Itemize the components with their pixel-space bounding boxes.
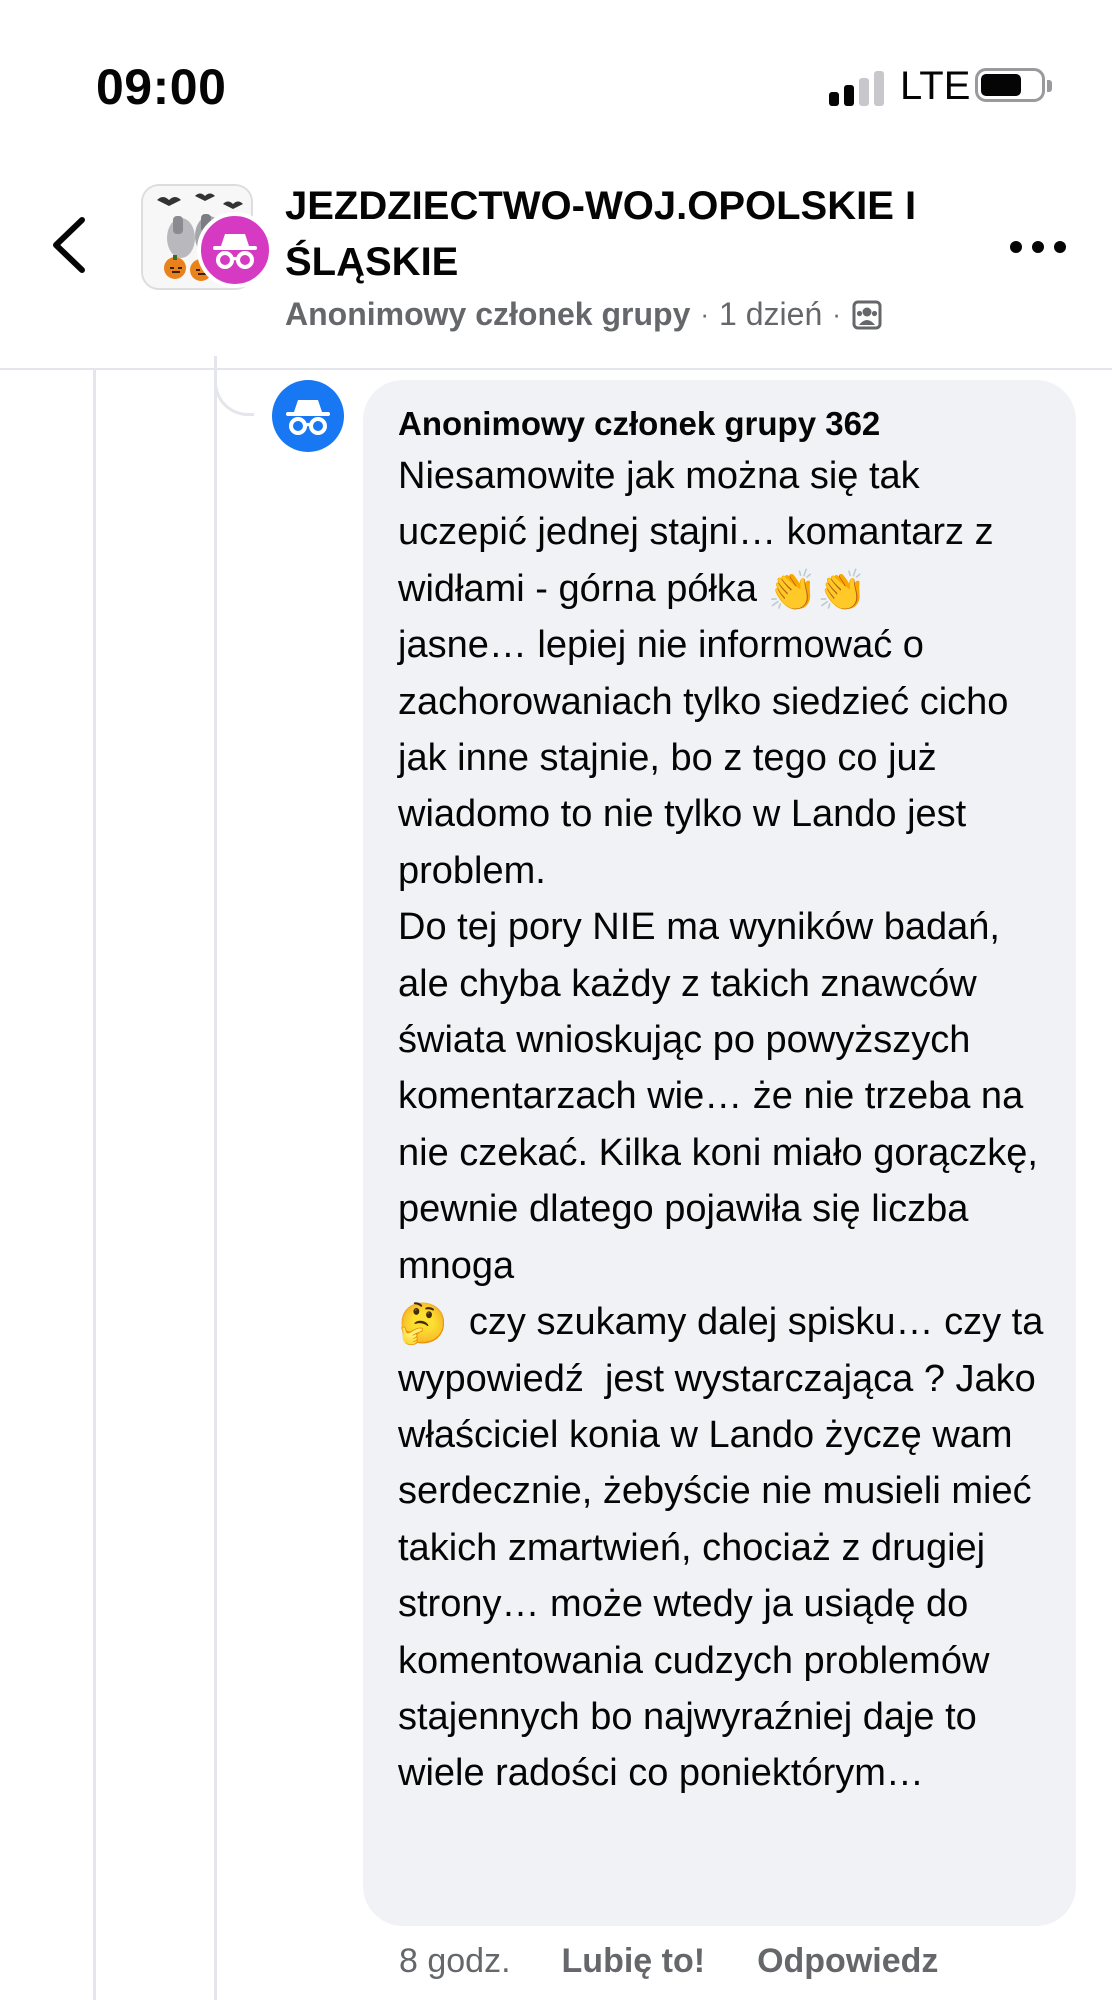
meta-separator: · [700, 299, 710, 329]
clapping-hands-icon: 👏 [817, 567, 868, 614]
reply-button[interactable]: Odpowiedz [757, 1942, 938, 1981]
back-chevron-icon [53, 217, 85, 273]
group-title[interactable]: JEZDZIECTWO-WOJ.OPOLSKIE I ŚLĄSKIE [285, 178, 985, 290]
comment-avatar[interactable] [272, 380, 344, 452]
thinking-face-icon: 🤔 [398, 1301, 448, 1348]
cellular-signal-icon [829, 70, 887, 106]
battery-icon [975, 68, 1053, 106]
network-type: LTE [900, 64, 971, 108]
comment-author[interactable]: Anonimowy członek grupy 362 [398, 402, 1046, 446]
comment-text[interactable]: Niesamowite jak można się tak uczepić je… [398, 448, 1046, 1802]
more-options-icon[interactable] [1010, 232, 1070, 262]
post-header: JEZDZIECTWO-WOJ.OPOLSKIE I ŚLĄSKIE Anoni… [0, 150, 1112, 370]
thread-line [93, 368, 96, 2000]
comment-text-part: jasne… lepiej nie informować o zachorowa… [398, 624, 1038, 1287]
anonymous-badge [197, 212, 273, 288]
comment-actions: 8 godz. Lubię to! Odpowiedz [399, 1942, 990, 1981]
group-audience-icon [852, 300, 882, 329]
comment-text-part: Niesamowite jak można się tak uczepić je… [398, 455, 1005, 610]
like-button[interactable]: Lubię to! [562, 1942, 706, 1981]
back-button[interactable] [36, 200, 106, 290]
post-author[interactable]: Anonimowy członek grupy [285, 296, 690, 333]
status-bar: 09:00 LTE [0, 0, 1112, 150]
comment-bubble[interactable]: Anonimowy członek grupy 362 Niesamowite … [363, 380, 1076, 1926]
thread-line [214, 368, 217, 2000]
comment-time[interactable]: 8 godz. [399, 1942, 511, 1981]
incognito-icon [213, 234, 257, 269]
post-time[interactable]: 1 dzień [719, 296, 822, 333]
meta-separator: · [832, 299, 841, 329]
status-time: 09:00 [96, 59, 227, 115]
thread-connector [214, 356, 254, 416]
clapping-hands-icon: 👏 [767, 567, 818, 614]
incognito-icon [286, 400, 330, 435]
post-meta: Anonimowy członek grupy · 1 dzień · [285, 296, 883, 333]
comment-text-part: czy szukamy dalej spisku… czy ta wypowie… [398, 1301, 1054, 1795]
